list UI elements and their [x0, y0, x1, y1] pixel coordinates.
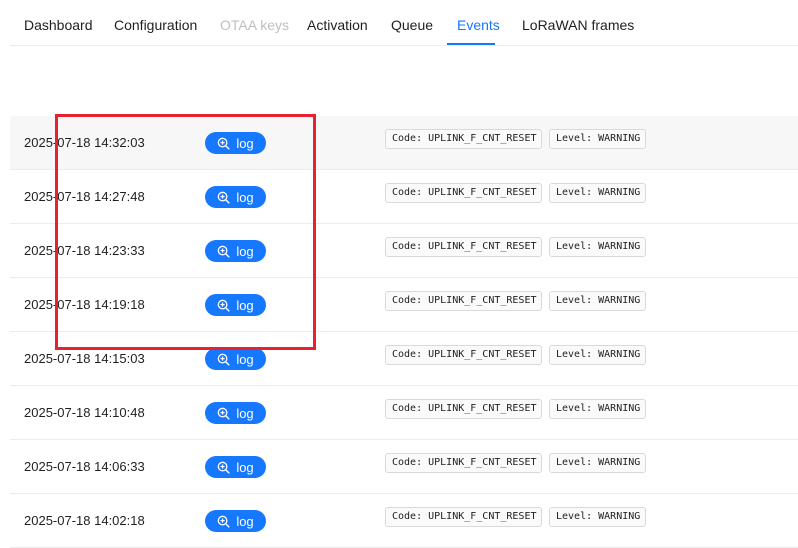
tab-queue[interactable]: Queue — [391, 16, 433, 34]
log-button[interactable]: log — [205, 240, 266, 262]
tab-configuration[interactable]: Configuration — [114, 16, 197, 34]
event-level-tag: Level: WARNING — [549, 183, 646, 203]
event-level-tag: Level: WARNING — [549, 507, 646, 527]
event-timestamp: 2025-07-18 14:19:18 — [24, 297, 145, 312]
event-row: 2025-07-18 14:06:33 log Code: UPLINK_F_C… — [10, 440, 798, 494]
event-row: 2025-07-18 14:32:03 log Code: UPLINK_F_C… — [10, 116, 798, 170]
event-level-tag: Level: WARNING — [549, 399, 646, 419]
zoom-in-icon — [217, 245, 230, 258]
event-level-tag: Level: WARNING — [549, 291, 646, 311]
event-level-tag: Level: WARNING — [549, 453, 646, 473]
zoom-in-icon — [217, 299, 230, 312]
tab-events[interactable]: Events — [457, 16, 500, 34]
event-code-tag: Code: UPLINK_F_CNT_RESET — [385, 291, 542, 311]
log-button-label: log — [236, 297, 254, 313]
log-button-label: log — [236, 189, 254, 205]
zoom-in-icon — [217, 353, 230, 366]
tab-dashboard[interactable]: Dashboard — [24, 16, 93, 34]
event-code-tag: Code: UPLINK_F_CNT_RESET — [385, 453, 542, 473]
event-timestamp: 2025-07-18 14:10:48 — [24, 405, 145, 420]
zoom-in-icon — [217, 137, 230, 150]
log-button[interactable]: log — [205, 132, 266, 154]
tab-bar: Dashboard Configuration OTAA keys Activa… — [10, 0, 798, 46]
log-button[interactable]: log — [205, 348, 266, 370]
event-code-tag: Code: UPLINK_F_CNT_RESET — [385, 183, 542, 203]
event-row: 2025-07-18 14:15:03 log Code: UPLINK_F_C… — [10, 332, 798, 386]
log-button[interactable]: log — [205, 510, 266, 532]
zoom-in-icon — [217, 515, 230, 528]
event-timestamp: 2025-07-18 14:15:03 — [24, 351, 145, 366]
zoom-in-icon — [217, 191, 230, 204]
event-code-tag: Code: UPLINK_F_CNT_RESET — [385, 129, 542, 149]
log-button[interactable]: log — [205, 402, 266, 424]
log-button[interactable]: log — [205, 294, 266, 316]
event-code-tag: Code: UPLINK_F_CNT_RESET — [385, 399, 542, 419]
event-timestamp: 2025-07-18 14:23:33 — [24, 243, 145, 258]
log-button[interactable]: log — [205, 186, 266, 208]
log-button[interactable]: log — [205, 456, 266, 478]
event-level-tag: Level: WARNING — [549, 345, 646, 365]
event-row: 2025-07-18 14:27:48 log Code: UPLINK_F_C… — [10, 170, 798, 224]
log-button-label: log — [236, 405, 254, 421]
event-timestamp: 2025-07-18 14:27:48 — [24, 189, 145, 204]
event-code-tag: Code: UPLINK_F_CNT_RESET — [385, 345, 542, 365]
event-row: 2025-07-18 14:19:18 log Code: UPLINK_F_C… — [10, 278, 798, 332]
event-row: 2025-07-18 14:23:33 log Code: UPLINK_F_C… — [10, 224, 798, 278]
event-timestamp: 2025-07-18 14:32:03 — [24, 135, 145, 150]
active-tab-indicator — [447, 43, 495, 45]
event-code-tag: Code: UPLINK_F_CNT_RESET — [385, 507, 542, 527]
log-button-label: log — [236, 135, 254, 151]
tab-activation[interactable]: Activation — [307, 16, 368, 34]
event-row: 2025-07-18 14:10:48 log Code: UPLINK_F_C… — [10, 386, 798, 440]
zoom-in-icon — [217, 461, 230, 474]
event-level-tag: Level: WARNING — [549, 237, 646, 257]
log-button-label: log — [236, 513, 254, 529]
log-button-label: log — [236, 459, 254, 475]
event-row: 2025-07-18 14:02:18 log Code: UPLINK_F_C… — [10, 494, 798, 548]
events-table: 2025-07-18 14:32:03 log Code: UPLINK_F_C… — [10, 116, 798, 548]
tab-lorawan-frames[interactable]: LoRaWAN frames — [522, 16, 634, 34]
log-button-label: log — [236, 351, 254, 367]
event-level-tag: Level: WARNING — [549, 129, 646, 149]
event-timestamp: 2025-07-18 14:02:18 — [24, 513, 145, 528]
log-button-label: log — [236, 243, 254, 259]
tab-otaa-keys: OTAA keys — [220, 17, 289, 33]
zoom-in-icon — [217, 407, 230, 420]
event-code-tag: Code: UPLINK_F_CNT_RESET — [385, 237, 542, 257]
event-timestamp: 2025-07-18 14:06:33 — [24, 459, 145, 474]
